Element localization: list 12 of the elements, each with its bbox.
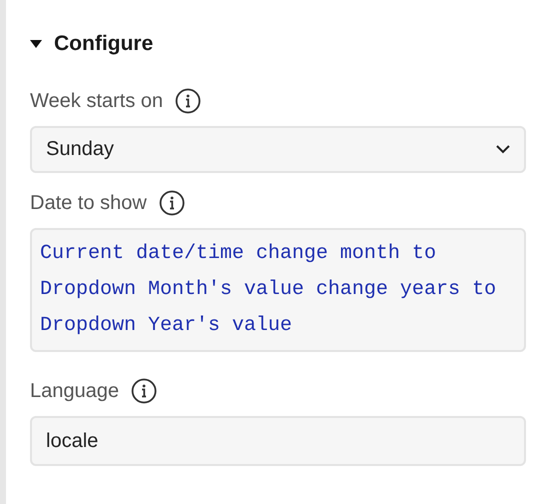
info-icon[interactable] — [130, 378, 157, 404]
dropdown[interactable]: Sunday — [30, 126, 526, 172]
chevron-icon — [496, 144, 510, 154]
info-icon[interactable] — [158, 190, 185, 216]
info-icon[interactable] — [175, 88, 202, 114]
code-field[interactable]: Current date/time change month to Dropdown Month's value change years to Dropdown Year's value — [30, 228, 526, 352]
collapse-icon[interactable] — [30, 38, 42, 49]
input-field[interactable]: locale — [30, 416, 526, 466]
field-label: Language — [30, 378, 119, 404]
section-title[interactable]: Configure — [54, 28, 154, 60]
field-label: Date to show — [30, 190, 147, 216]
field-label: Week starts on — [30, 88, 164, 114]
